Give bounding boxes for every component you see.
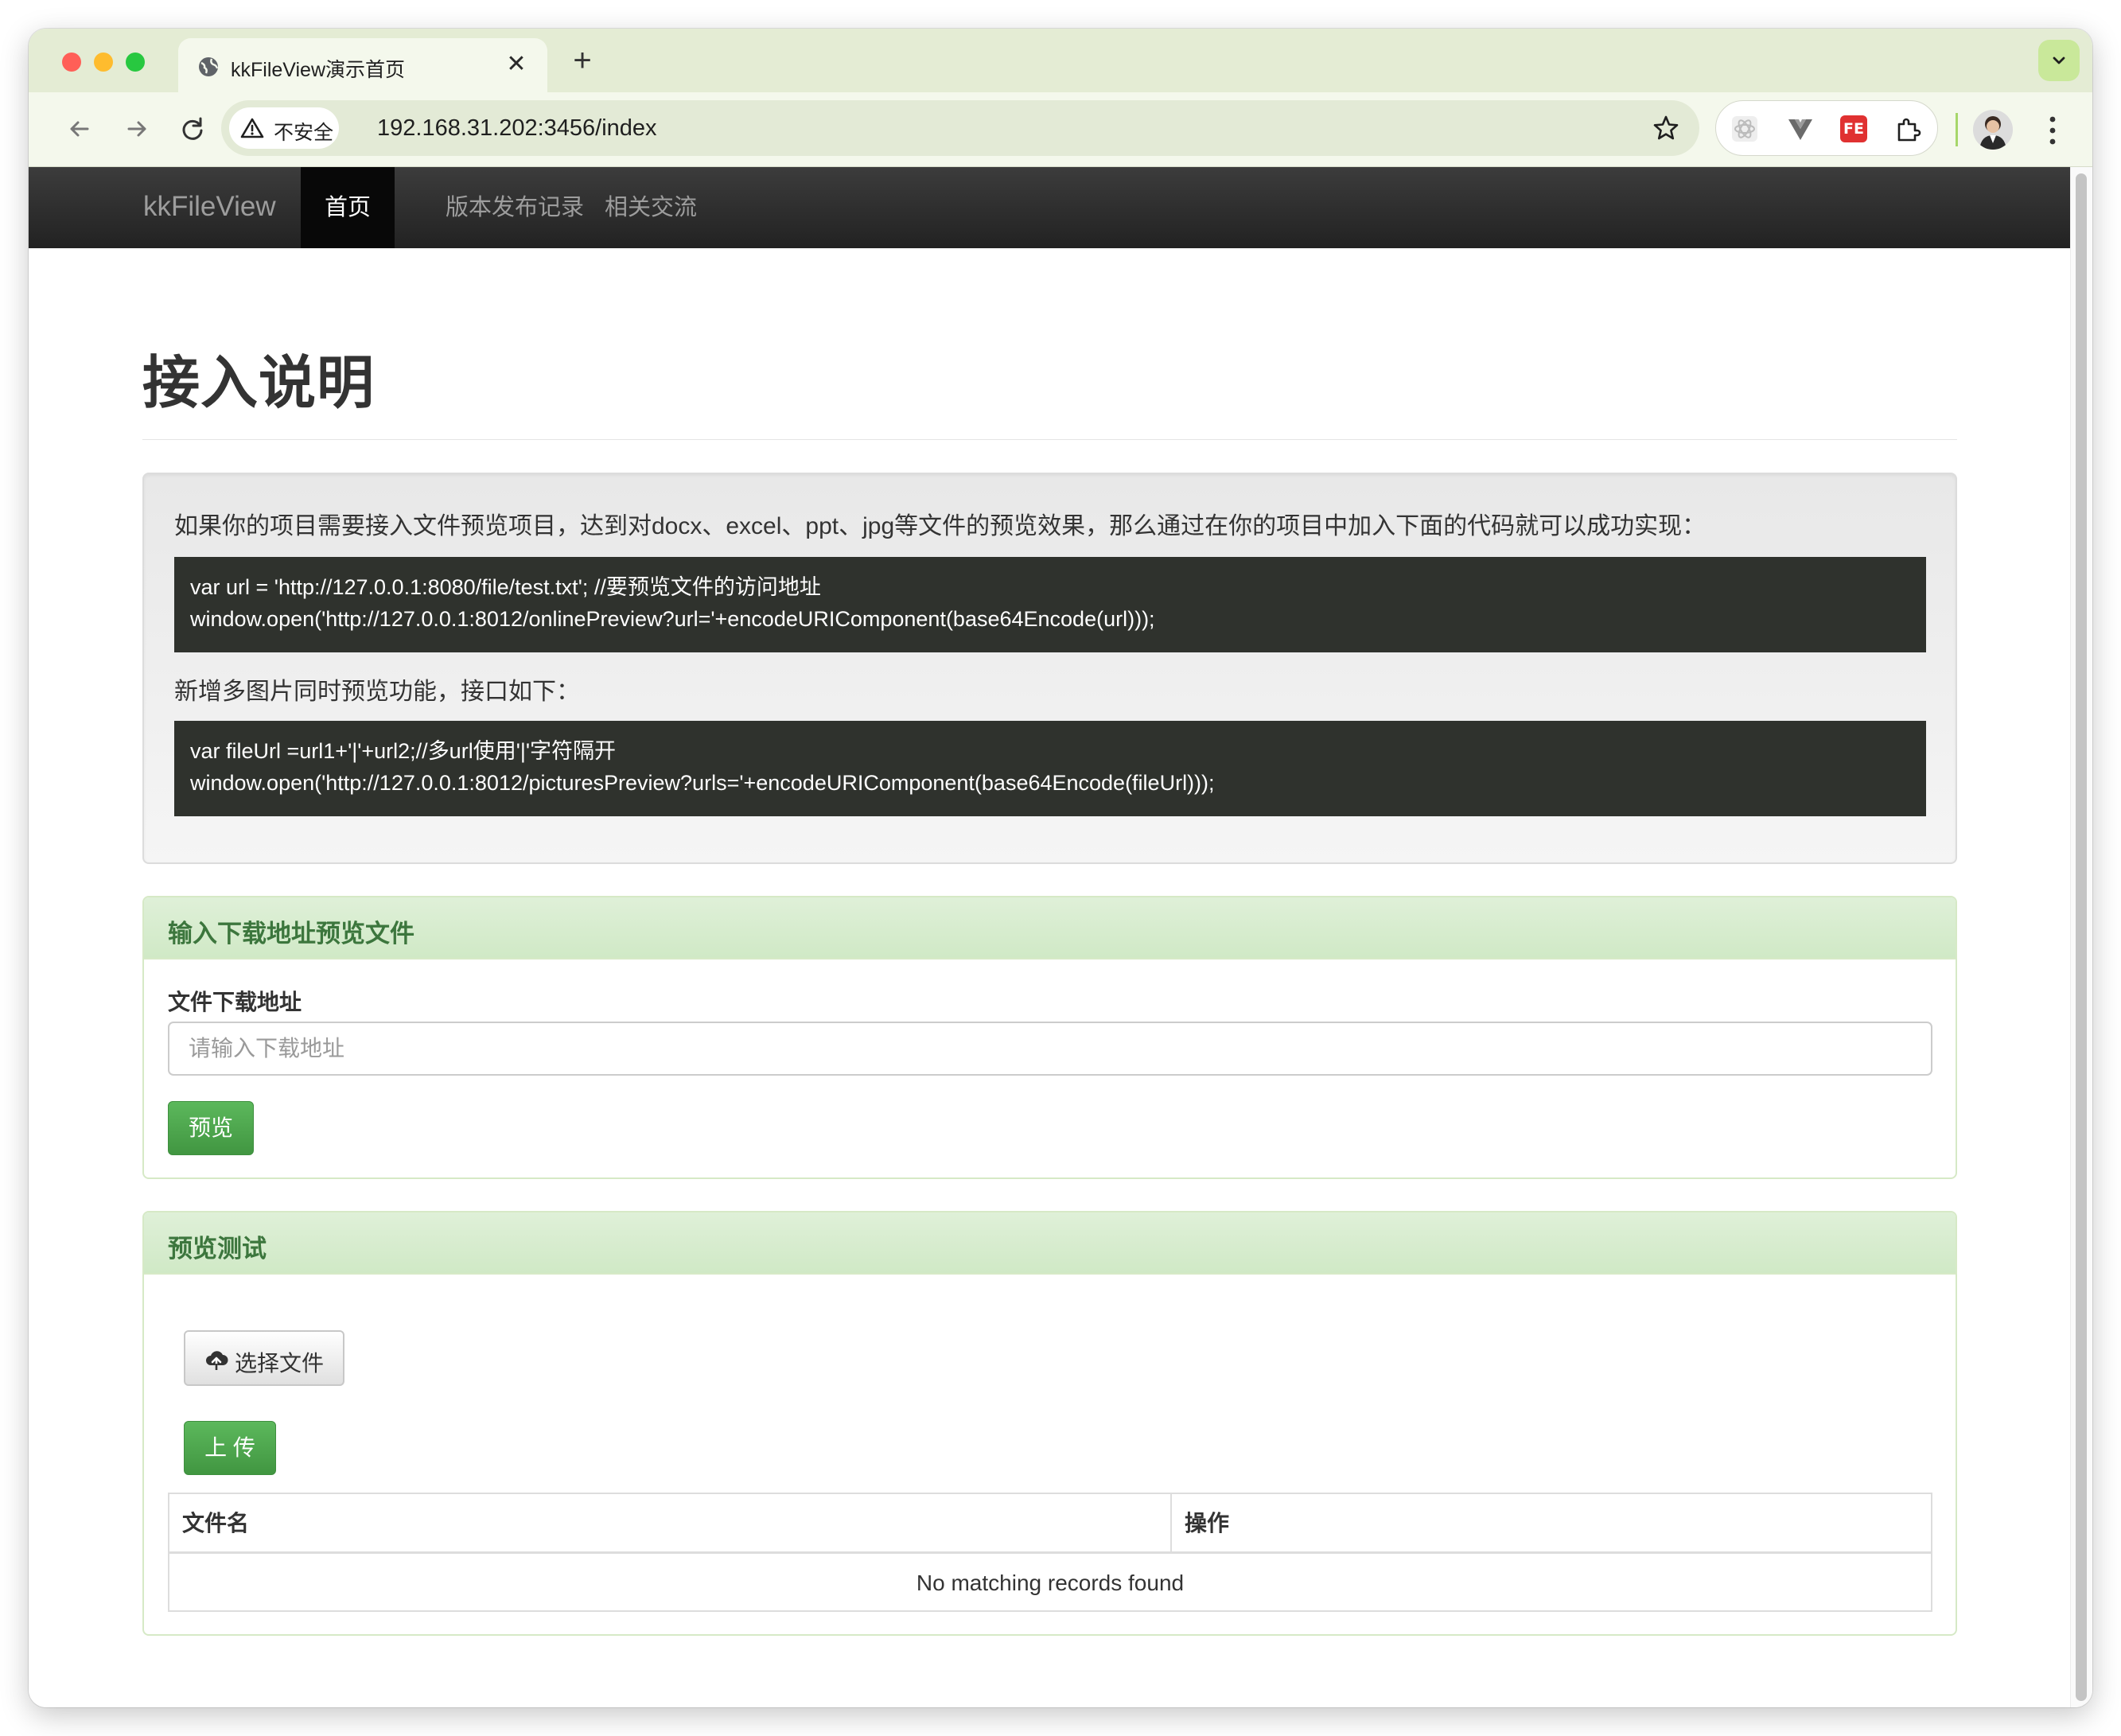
page-title: 接入说明 [142, 349, 376, 416]
upload-button[interactable]: 上 传 [184, 1421, 276, 1475]
header-rule [169, 1551, 1931, 1554]
preview-test-panel: 预览测试 选择文件 上 传 文件名 操作 No matching records… [142, 1211, 1957, 1636]
profile-avatar[interactable] [1973, 110, 2013, 150]
nav-link-release-notes[interactable]: 版本发布记录 [422, 167, 608, 248]
chevron-down-icon [2053, 56, 2065, 64]
nav-link-community[interactable]: 相关交流 [581, 167, 721, 248]
empty-table-message: No matching records found [916, 1571, 1185, 1595]
toolbar-divider [1956, 113, 1958, 146]
file-url-label: 文件下载地址 [168, 990, 302, 1014]
page-viewport: kkFileView 首页 版本发布记录 相关交流 接入说明 如果你的项目需要接… [29, 167, 2092, 1707]
panel-title: 预览测试 [168, 1235, 267, 1263]
column-header-filename[interactable]: 文件名 [169, 1494, 249, 1553]
nav-link-home[interactable]: 首页 [301, 167, 395, 248]
intro-paragraph: 如果你的项目需要接入文件预览项目，达到对docx、excel、ppt、jpg等文… [174, 513, 1707, 539]
code-block-pictures-preview: var fileUrl =url1+'|'+url2;//多url使用'|'字符… [174, 721, 1926, 816]
vue-extension-icon[interactable] [1786, 115, 1815, 143]
puzzle-extensions-icon[interactable] [1894, 115, 1923, 143]
code-line: var url = 'http://127.0.0.1:8080/file/te… [190, 575, 821, 599]
url-preview-panel: 输入下载地址预览文件 文件下载地址 预览 [142, 896, 1957, 1179]
code-line: var fileUrl =url1+'|'+url2;//多url使用'|'字符… [190, 739, 617, 763]
fehelper-extension-icon[interactable]: FE [1840, 115, 1867, 142]
more-options-icon[interactable] [2048, 115, 2057, 146]
address-bar[interactable]: 不安全 192.168.31.202:3456/index [221, 100, 1699, 156]
tab-search-button[interactable] [2038, 40, 2080, 81]
navbar-brand[interactable]: kkFileView [143, 191, 276, 223]
choose-file-button[interactable]: 选择文件 [184, 1330, 344, 1386]
scrollbar-thumb[interactable] [2076, 173, 2087, 1701]
warning-icon [240, 118, 264, 138]
column-header-actions[interactable]: 操作 [1172, 1494, 1229, 1553]
code-line: window.open('http://127.0.0.1:8012/pictu… [190, 771, 1215, 795]
security-indicator[interactable]: 不安全 [229, 107, 339, 149]
globe-icon [199, 57, 219, 76]
browser-toolbar: 不安全 192.168.31.202:3456/index FE [29, 92, 2092, 167]
forward-arrow-icon[interactable] [121, 113, 153, 145]
file-table: 文件名 操作 No matching records found [168, 1493, 1932, 1612]
tab-strip: kkFileView演示首页 ✕ + [29, 29, 2092, 92]
zoom-window-button[interactable] [126, 53, 145, 72]
code-block-online-preview: var url = 'http://127.0.0.1:8080/file/te… [174, 557, 1926, 652]
tab-close-icon[interactable]: ✕ [503, 51, 530, 78]
new-tab-button[interactable]: + [566, 45, 598, 76]
react-extension-icon[interactable] [1730, 115, 1759, 143]
preview-button[interactable]: 预览 [168, 1101, 254, 1155]
url-text[interactable]: 192.168.31.202:3456/index [377, 115, 657, 142]
extensions-group: FE [1715, 100, 1938, 156]
bookmark-star-icon[interactable] [1652, 114, 1680, 142]
back-arrow-icon[interactable] [64, 113, 95, 145]
panel-title: 输入下载地址预览文件 [168, 920, 414, 948]
reload-icon[interactable] [177, 113, 208, 145]
multi-image-paragraph: 新增多图片同时预览功能，接口如下： [174, 679, 580, 705]
file-url-input[interactable] [168, 1022, 1932, 1076]
panel-heading: 输入下载地址预览文件 [144, 897, 1956, 959]
close-window-button[interactable] [62, 53, 81, 72]
panel-heading: 预览测试 [144, 1212, 1956, 1275]
site-navbar: kkFileView 首页 版本发布记录 相关交流 [29, 167, 2070, 248]
profile-avatar-icon [1973, 110, 2013, 150]
browser-tab-active[interactable]: kkFileView演示首页 ✕ [178, 38, 547, 92]
page-scrollbar[interactable] [2070, 167, 2092, 1707]
browser-window: kkFileView演示首页 ✕ + 不安全 192.168.31.202:34… [29, 29, 2092, 1707]
security-label: 不安全 [274, 122, 334, 144]
minimize-window-button[interactable] [94, 53, 113, 72]
tab-title: kkFileView演示首页 [231, 59, 406, 81]
intro-well: 如果你的项目需要接入文件预览项目，达到对docx、excel、ppt、jpg等文… [142, 473, 1957, 864]
cloud-upload-icon [206, 1351, 228, 1370]
code-line: window.open('http://127.0.0.1:8012/onlin… [190, 607, 1155, 631]
title-divider [142, 439, 1957, 440]
choose-file-label: 选择文件 [235, 1351, 325, 1376]
